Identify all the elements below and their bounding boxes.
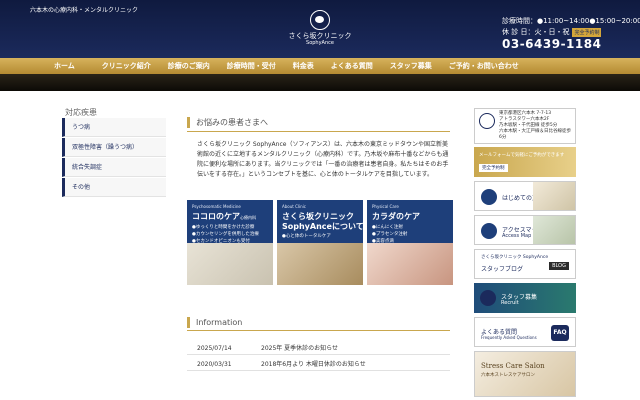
card-title: ココロのケア心療内科 — [192, 211, 256, 222]
clinic-small-logo-icon — [479, 113, 495, 129]
blog-label: スタッフブログ — [481, 266, 524, 273]
map-thumbnail — [533, 216, 575, 244]
sidebar-item-depression[interactable]: うつ病 — [62, 118, 166, 137]
beginner-photo — [533, 182, 575, 210]
card-photo — [367, 243, 453, 285]
blog-top: さくら坂クリニック SophyAnce — [481, 255, 549, 260]
map-pin-icon — [481, 223, 497, 239]
nav-contact[interactable]: ご予約・お問い合わせ — [449, 58, 519, 74]
clinic-name-en: SophyAnce — [306, 40, 334, 46]
intro-title: お悩みの患者さまへ — [187, 117, 268, 128]
salon-banner[interactable]: Stress Care Salon 六本木ストレスケアサロン — [474, 351, 576, 397]
info-title: Information — [187, 317, 242, 328]
card-title-line2: SophyAnceについて — [282, 222, 363, 231]
news-date: 2020/03/31 — [197, 361, 232, 368]
clinic-hours: 診療時間：●11:00~14:00●15:00~20:00 — [502, 17, 640, 25]
access-sub: Access Map — [502, 233, 532, 239]
card-line: ●ゆっくりと時間をかけた診察 — [192, 225, 255, 230]
card-about-clinic[interactable]: About Clinic さくら坂クリニック SophyAnceについて ●心と… — [277, 200, 363, 285]
clinic-logo[interactable] — [302, 10, 338, 30]
nav-recruit[interactable]: スタッフ募集 — [390, 58, 432, 74]
news-item[interactable]: 2025/07/14 2025年 夏季休診のお知らせ — [197, 343, 338, 352]
salon-name: Stress Care Salon — [481, 362, 545, 370]
card-title-small: 心療内科 — [240, 215, 256, 220]
news-divider — [187, 370, 450, 371]
card-line: ●プラセンタ注射 — [372, 232, 408, 237]
nav-clinic[interactable]: クリニック紹介 — [102, 58, 151, 74]
main-nav: ホーム クリニック紹介 診療のご案内 診療時間・受付 料金表 よくある質問 スタ… — [0, 58, 640, 74]
web-reservation-banner[interactable]: メールフォームで気軽にご予約ができます 完全予約制 — [474, 147, 576, 177]
reserve-tag: 完全予約制 — [572, 28, 602, 37]
info-divider — [187, 330, 450, 331]
sidebar-item-schizophrenia[interactable]: 統合失調症 — [62, 158, 166, 177]
card-lines: ●にんにく注射 ●プラセンタ注射 ●美容点滴 — [372, 224, 407, 245]
phone-number[interactable]: 03-6439-1184 — [502, 37, 601, 51]
nav-hours[interactable]: 診療時間・受付 — [227, 58, 276, 74]
card-line: ●心と体のトータルケア — [282, 234, 331, 239]
card-en-label: About Clinic — [282, 204, 306, 209]
card-lines: ●ゆっくりと時間をかけた診察 ●カウンセリングを併用した治療 ●セカンドオピニオ… — [192, 224, 259, 245]
card-body-care[interactable]: Physical Care カラダのケア ●にんにく注射 ●プラセンタ注射 ●美… — [367, 200, 453, 285]
card-title: カラダのケア — [372, 212, 420, 221]
faq-sub: Frequently Asked Questions — [481, 335, 537, 340]
card-photo — [187, 243, 273, 285]
nav-home[interactable]: ホーム — [54, 58, 75, 74]
news-text: 2025年 夏季休診のお知らせ — [261, 345, 339, 352]
card-line: ●にんにく注射 — [372, 225, 403, 230]
address-box: 東京都港区六本木 7-7-13 アトラスタワー六本木2F 乃木坂駅・千代田線 徒… — [474, 108, 576, 144]
header-tagline: 六本木の心療内科・メンタルクリニック — [30, 7, 139, 14]
news-item[interactable]: 2020/03/31 2018年6月より 木曜日休診のお知らせ — [197, 359, 366, 368]
site-header: 六本木の心療内科・メンタルクリニック さくら坂クリニック SophyAnce 診… — [0, 0, 640, 58]
news-date: 2025/07/14 — [197, 345, 232, 352]
recruit-sub: Recruit — [501, 300, 519, 306]
closed-days-text: 休 診 日：火・日・祝 — [502, 28, 570, 36]
blog-banner[interactable]: さくら坂クリニック SophyAnce スタッフブログ BLOG — [474, 249, 576, 279]
web-reservation-text: メールフォームで気軽にご予約ができます — [479, 153, 565, 158]
intro-text: さくら坂クリニック SophyAnce（ソフィアンス）は、六本木の東京ミッドタウ… — [197, 141, 449, 178]
web-reservation-button: 完全予約制 — [479, 164, 508, 172]
recruit-banner[interactable]: スタッフ募集 Recruit — [474, 283, 576, 313]
blog-tag: BLOG — [549, 262, 569, 270]
card-en-label: Physical Care — [372, 204, 399, 209]
salon-sub: 六本木ストレスケアサロン — [481, 373, 535, 378]
nav-faq[interactable]: よくある質問 — [331, 58, 373, 74]
card-en-label: Psychosomatic Medicine — [192, 204, 241, 209]
card-line: ●カウンセリングを併用した治療 — [192, 232, 259, 237]
sidebar-list: うつ病 双極性障害（躁うつ病） 統合失調症 その他 — [62, 118, 166, 198]
sidebar-title: 対応疾患 — [65, 108, 97, 117]
sidebar-item-other[interactable]: その他 — [62, 178, 166, 197]
faq-tag-icon: FAQ — [551, 325, 569, 341]
nav-bottom-band — [0, 74, 640, 91]
news-text: 2018年6月より 木曜日休診のお知らせ — [261, 361, 366, 368]
staff-icon — [480, 290, 496, 306]
beginner-banner[interactable]: はじめての方へ — [474, 181, 576, 211]
card-title-text: ココロのケア — [192, 212, 240, 221]
card-mind-care[interactable]: Psychosomatic Medicine ココロのケア心療内科 ●ゆっくりと… — [187, 200, 273, 285]
address-line: 六本木駅・大江戸線＆日比谷線徒歩6分 — [499, 129, 571, 140]
nav-fees[interactable]: 料金表 — [293, 58, 314, 74]
intro-divider — [187, 131, 450, 132]
news-divider — [187, 354, 450, 355]
nav-services[interactable]: 診療のご案内 — [168, 58, 210, 74]
card-photo — [277, 243, 363, 285]
access-banner[interactable]: アクセスマップ Access Map — [474, 215, 576, 245]
faq-banner[interactable]: よくある質問 Frequently Asked Questions FAQ — [474, 317, 576, 347]
card-lines: ●心と体のトータルケア — [282, 233, 331, 240]
hospital-icon — [481, 189, 497, 205]
closed-days: 休 診 日：火・日・祝 完全予約制 — [502, 27, 602, 37]
sakura-logo-icon — [310, 10, 330, 30]
sidebar-item-bipolar[interactable]: 双極性障害（躁うつ病） — [62, 138, 166, 157]
